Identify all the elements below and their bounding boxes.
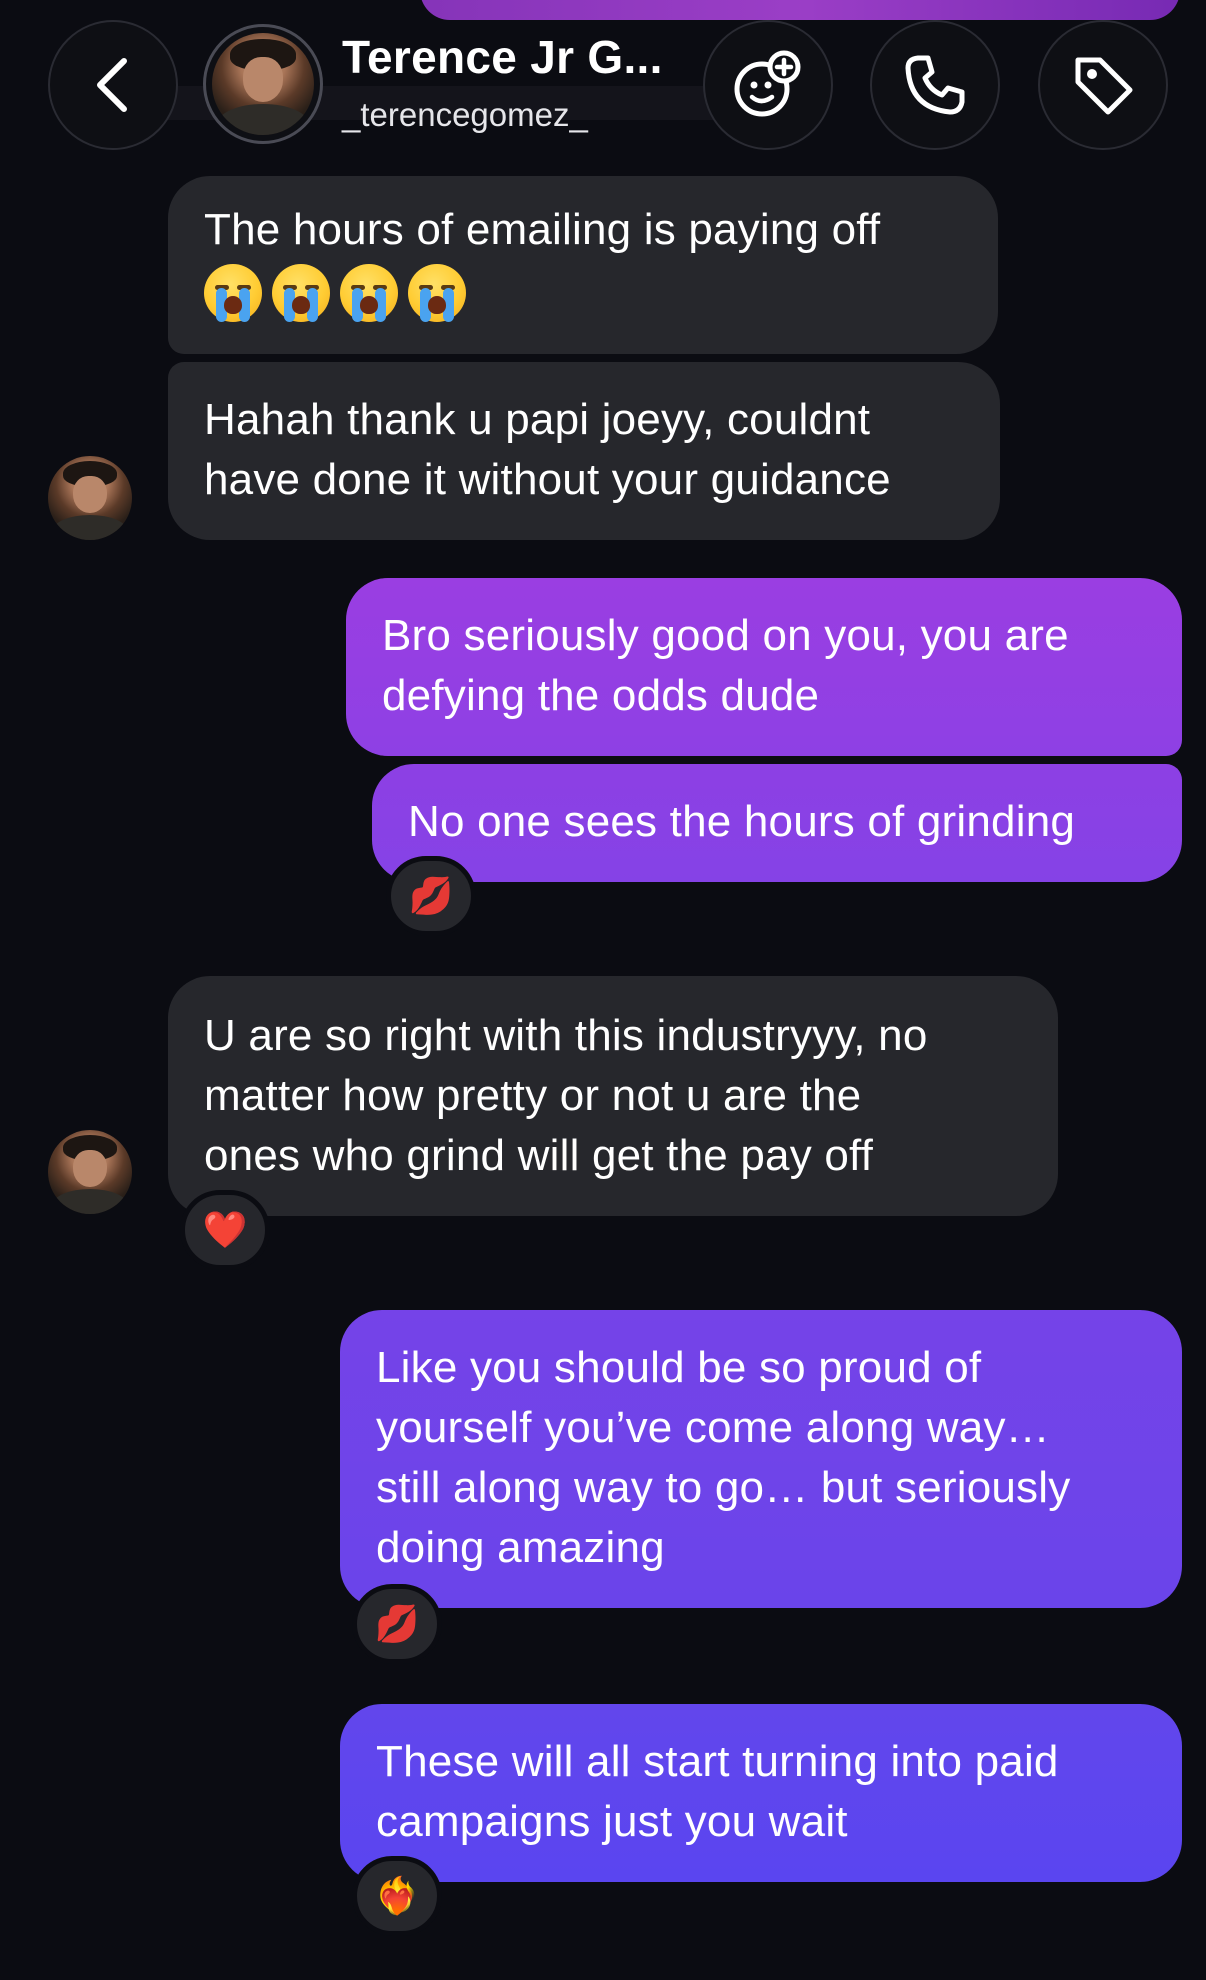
loudly-crying-face-icon [408,264,466,322]
contact-username[interactable]: _terencegomez_ [342,96,588,134]
message-bubble-incoming[interactable]: Hahah thank u papi joeyy, couldnt have d… [168,362,1000,540]
message-text: Like you should be so proud of [376,1343,982,1392]
loudly-crying-face-icon [272,264,330,322]
message-text: have done it without your guidance [204,455,891,504]
message-text: These will all start turning into paid [376,1737,1059,1786]
loudly-crying-face-icon [204,264,262,322]
header-banner-glow [420,0,1180,20]
back-button[interactable] [48,20,178,150]
tag-icon [1068,50,1138,120]
heart-on-fire-icon: ❤️‍🔥 [374,1875,420,1916]
effects-button[interactable] [703,20,833,150]
sender-avatar[interactable] [48,456,132,540]
message-text: U are so right with this industryyy, no [204,1011,928,1060]
phone-icon [900,50,970,120]
message-text: The hours of emailing is paying off [204,205,881,254]
tag-button[interactable] [1038,20,1168,150]
message-text: No one sees the hours of grinding [408,797,1076,846]
red-heart-icon: ❤️ [202,1209,248,1250]
sender-avatar[interactable] [48,1130,132,1214]
message-text: ones who grind will get the pay off [204,1131,874,1180]
message-bubble-outgoing[interactable]: These will all start turning into paid c… [340,1704,1182,1882]
avatar-photo [212,33,314,135]
message-bubble-incoming[interactable]: The hours of emailing is paying off [168,176,998,354]
kiss-mark-icon: 💋 [374,1603,420,1644]
message-text: doing amazing [376,1523,665,1572]
loudly-crying-face-icon [340,264,398,322]
emoji-row [204,264,962,322]
message-text: Hahah thank u papi joeyy, couldnt [204,395,871,444]
message-bubble-outgoing[interactable]: Like you should be so proud of yourself … [340,1310,1182,1608]
message-text: still along way to go… but seriously [376,1463,1071,1512]
message-text: campaigns just you wait [376,1797,848,1846]
kiss-mark-icon: 💋 [408,875,454,916]
reaction-badge[interactable]: ❤️‍🔥 [352,1856,442,1936]
reaction-badge[interactable]: 💋 [386,856,476,936]
message-text: Bro seriously good on you, you are [382,611,1069,660]
call-button[interactable] [870,20,1000,150]
contact-name[interactable]: Terence Jr G... [342,30,663,84]
message-text: defying the odds dude [382,671,820,720]
message-text: yourself you’ve come along way… [376,1403,1050,1452]
message-bubble-incoming[interactable]: U are so right with this industryyy, no … [168,976,1058,1216]
message-text: matter how pretty or not u are the [204,1071,862,1120]
message-bubble-outgoing[interactable]: No one sees the hours of grinding [372,764,1182,882]
message-bubble-outgoing[interactable]: Bro seriously good on you, you are defyi… [346,578,1182,756]
profile-avatar[interactable] [203,24,323,144]
dm-thread-screen: Terence Jr G... _terencegomez_ The hours… [0,0,1206,1980]
reaction-badge[interactable]: ❤️ [180,1190,270,1270]
reaction-badge[interactable]: 💋 [352,1584,442,1664]
chevron-left-icon [88,55,138,115]
sticker-face-plus-icon [728,45,808,125]
